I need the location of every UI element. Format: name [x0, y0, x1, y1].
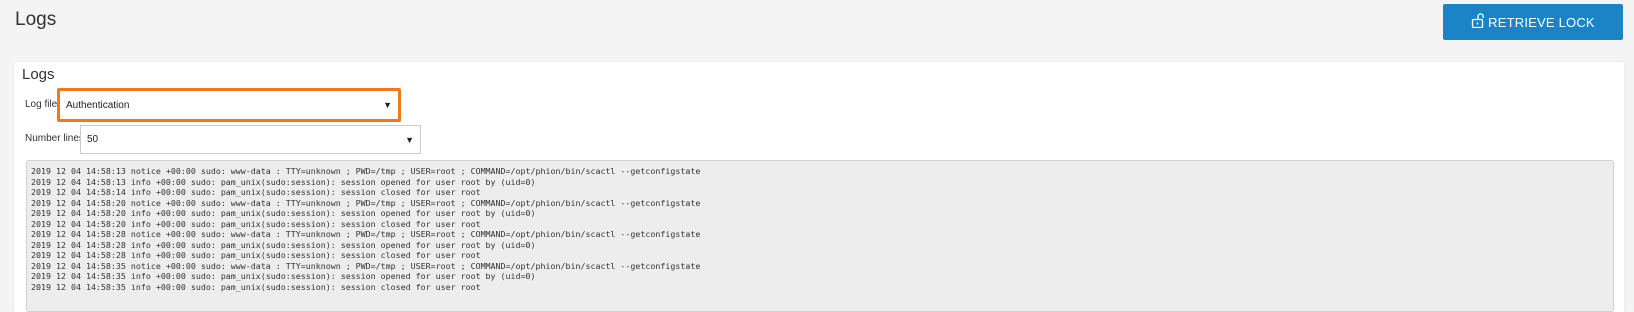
log-line: 2019 12 04 14:58:20 info +00:00 sudo: pa…: [31, 208, 536, 218]
log-file-select[interactable]: Authentication ▼: [60, 90, 398, 120]
log-line: 2019 12 04 14:58:13 notice +00:00 sudo: …: [31, 166, 701, 176]
number-lines-select[interactable]: 50 ▼: [80, 125, 421, 154]
log-line: 2019 12 04 14:58:28 notice +00:00 sudo: …: [31, 229, 701, 239]
log-line: 2019 12 04 14:58:28 info +00:00 sudo: pa…: [31, 250, 481, 260]
log-line: 2019 12 04 14:58:20 info +00:00 sudo: pa…: [31, 218, 481, 229]
unlock-icon: [1471, 12, 1485, 28]
log-file-selected-value: Authentication: [66, 99, 130, 111]
page-title: Logs: [15, 9, 57, 30]
log-line: 2019 12 04 14:58:13 info +00:00 sudo: pa…: [31, 176, 536, 187]
log-line: 2019 12 04 14:58:14 info +00:00 sudo: pa…: [31, 187, 481, 197]
retrieve-lock-label: RETRIEVE LOCK: [1488, 14, 1595, 30]
log-line: 2019 12 04 14:58:20 notice +00:00 sudo: …: [31, 197, 701, 208]
number-lines-label: Number lines: [25, 133, 84, 144]
retrieve-lock-button[interactable]: RETRIEVE LOCK: [1443, 4, 1623, 40]
log-line: 2019 12 04 14:58:35 notice +00:00 sudo: …: [31, 260, 701, 271]
chevron-down-icon: ▼: [405, 134, 414, 145]
log-line: 2019 12 04 14:58:35 info +00:00 sudo: pa…: [31, 281, 481, 292]
logs-card: Logs Log file Authentication ▼ Number li…: [14, 62, 1624, 312]
log-output[interactable]: 2019 12 04 14:58:13 notice +00:00 sudo: …: [26, 160, 1614, 312]
card-title: Logs: [22, 66, 55, 83]
log-line: 2019 12 04 14:58:28 info +00:00 sudo: pa…: [31, 239, 536, 250]
chevron-down-icon: ▼: [383, 100, 392, 110]
log-line: 2019 12 04 14:58:35 info +00:00 sudo: pa…: [31, 271, 536, 281]
log-file-label: Log file: [25, 99, 58, 110]
number-lines-selected-value: 50: [87, 134, 99, 145]
